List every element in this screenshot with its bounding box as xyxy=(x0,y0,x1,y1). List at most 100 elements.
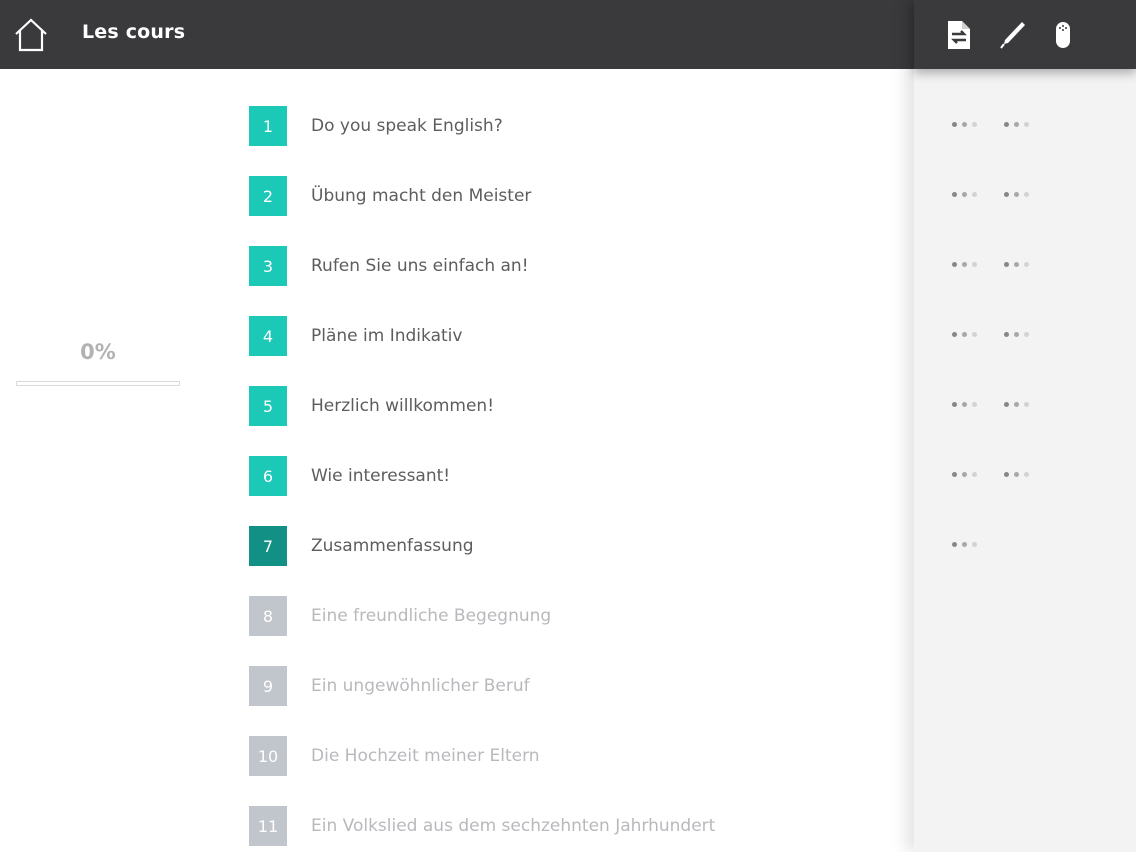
notes-button[interactable] xyxy=(945,20,973,50)
score-dot xyxy=(1004,331,1009,337)
score-dot xyxy=(1014,471,1019,477)
score-dot-group xyxy=(952,119,1004,129)
lesson-title: Wie interessant! xyxy=(311,466,451,486)
home-icon xyxy=(15,18,47,52)
lesson-title: Übung macht den Meister xyxy=(311,186,532,206)
lesson-item[interactable]: 11 Ein Volkslied aus dem sechzehnten Jahr… xyxy=(249,806,889,852)
score-dot xyxy=(1024,121,1029,127)
lesson-title: Herzlich willkommen! xyxy=(311,396,495,416)
pen-icon xyxy=(1000,22,1025,49)
progress-percent: 0% xyxy=(80,340,116,364)
score-dots-row xyxy=(952,399,1056,409)
score-dot xyxy=(1004,191,1009,197)
score-dot xyxy=(972,261,977,267)
lesson-number-badge: 6 xyxy=(249,456,287,496)
course-progress: 0% xyxy=(16,340,180,386)
score-dot xyxy=(952,191,957,197)
score-dot-group xyxy=(1004,329,1056,339)
write-button[interactable] xyxy=(998,20,1026,50)
lesson-number-badge: 1 xyxy=(249,106,287,146)
score-dot xyxy=(952,261,957,267)
score-dot xyxy=(1004,471,1009,477)
score-dot-group xyxy=(952,469,1004,479)
lesson-item[interactable]: 8 Eine freundliche Begegnung xyxy=(249,596,889,666)
score-dot-group xyxy=(1004,469,1056,479)
lesson-item[interactable]: 6 Wie interessant! xyxy=(249,456,889,526)
lesson-title: Ein Volkslied aus dem sechzehnten Jahrhu… xyxy=(311,816,716,836)
score-dot-group xyxy=(1004,259,1056,269)
lesson-number-badge: 4 xyxy=(249,316,287,356)
score-dot xyxy=(972,471,977,477)
lesson-title: Zusammenfassung xyxy=(311,536,474,556)
lesson-item[interactable]: 1 Do you speak English? xyxy=(249,106,889,176)
lesson-item[interactable]: 4 Pläne im Indikativ xyxy=(249,316,889,386)
score-dot xyxy=(962,121,967,127)
score-dot xyxy=(1004,261,1009,267)
microphone-icon xyxy=(1056,22,1070,48)
lesson-title: Ein ungewöhnlicher Beruf xyxy=(311,676,530,696)
lesson-number-badge: 10 xyxy=(249,736,287,776)
score-dot xyxy=(952,121,957,127)
lesson-title: Rufen Sie uns einfach an! xyxy=(311,256,529,276)
score-dot-group xyxy=(1004,189,1056,199)
score-dots-row xyxy=(952,329,1056,339)
lesson-title: Do you speak English? xyxy=(311,116,503,136)
score-dots-row xyxy=(952,259,1056,269)
score-dot xyxy=(1014,331,1019,337)
score-dot xyxy=(1024,191,1029,197)
score-dot xyxy=(952,331,957,337)
lesson-item[interactable]: 3 Rufen Sie uns einfach an! xyxy=(249,246,889,316)
speak-button[interactable] xyxy=(1050,20,1078,50)
score-dots-row xyxy=(952,539,1004,549)
score-dot xyxy=(962,261,967,267)
lesson-list: 1 Do you speak English? 2 Übung macht den M… xyxy=(249,106,889,852)
score-dot-group xyxy=(952,189,1004,199)
score-dot xyxy=(1014,261,1019,267)
home-button[interactable] xyxy=(12,17,50,53)
score-dot-group xyxy=(952,539,1004,549)
lesson-number-badge: 7 xyxy=(249,526,287,566)
score-dots-row xyxy=(952,469,1056,479)
score-dot-group xyxy=(952,399,1004,409)
score-dot xyxy=(972,121,977,127)
score-dot xyxy=(1024,401,1029,407)
score-dot xyxy=(1024,331,1029,337)
lesson-title: Eine freundliche Begegnung xyxy=(311,606,552,626)
score-dot-group xyxy=(952,259,1004,269)
lesson-number-badge: 9 xyxy=(249,666,287,706)
score-dot xyxy=(962,471,967,477)
notes-switch-icon xyxy=(948,21,970,49)
score-dot xyxy=(1014,191,1019,197)
score-dots-row xyxy=(952,119,1056,129)
lesson-number-badge: 5 xyxy=(249,386,287,426)
score-dot xyxy=(972,191,977,197)
score-dot xyxy=(962,331,967,337)
score-dot xyxy=(962,191,967,197)
score-dot xyxy=(972,331,977,337)
score-dot xyxy=(1014,121,1019,127)
score-dot xyxy=(972,541,977,547)
lesson-item[interactable]: 7 Zusammenfassung xyxy=(249,526,889,596)
lesson-item[interactable]: 2 Übung macht den Meister xyxy=(249,176,889,246)
lesson-number-badge: 3 xyxy=(249,246,287,286)
lesson-item[interactable]: 10 Die Hochzeit meiner Eltern xyxy=(249,736,889,806)
page-title: Les cours xyxy=(82,21,186,43)
score-dot xyxy=(952,401,957,407)
score-dot xyxy=(1004,121,1009,127)
score-dot xyxy=(962,541,967,547)
score-dots-row xyxy=(952,189,1056,199)
score-dot xyxy=(1014,401,1019,407)
score-dot xyxy=(972,401,977,407)
score-dot xyxy=(952,471,957,477)
progress-bar xyxy=(16,381,180,386)
score-dot xyxy=(962,401,967,407)
score-dot-group xyxy=(952,329,1004,339)
score-dot xyxy=(1024,261,1029,267)
lesson-item[interactable]: 5 Herzlich willkommen! xyxy=(249,386,889,456)
lesson-number-badge: 2 xyxy=(249,176,287,216)
lesson-item[interactable]: 9 Ein ungewöhnlicher Beruf xyxy=(249,666,889,736)
score-dot-group xyxy=(1004,399,1056,409)
lesson-number-badge: 8 xyxy=(249,596,287,636)
lesson-number-badge: 11 xyxy=(249,806,287,846)
toolbar xyxy=(914,0,1136,69)
